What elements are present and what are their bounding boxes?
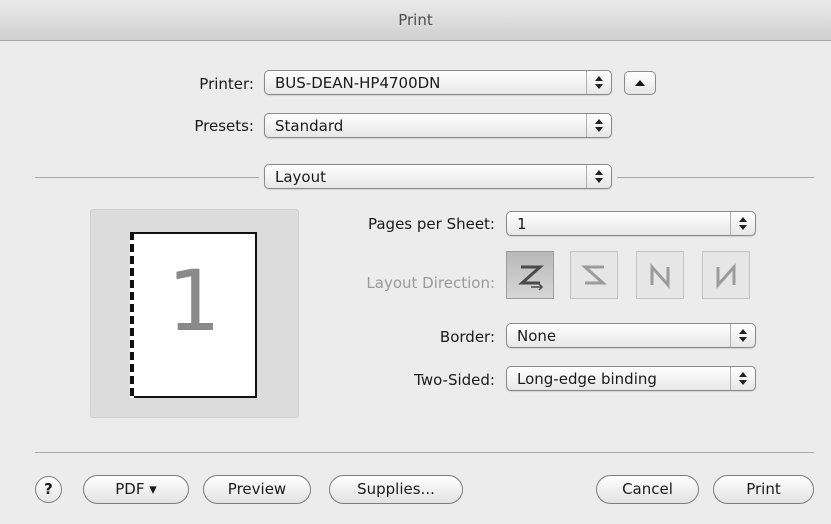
pdf-menu-button[interactable]: PDF ▾	[83, 475, 189, 504]
printer-details-toggle-button[interactable]	[624, 71, 656, 95]
popup-arrows-icon	[730, 367, 755, 390]
n-order-icon	[650, 263, 670, 289]
section-divider-left	[35, 177, 259, 178]
popup-arrows-icon	[586, 165, 611, 188]
two-sided-value: Long-edge binding	[517, 370, 657, 388]
reverse-z-order-icon	[581, 265, 607, 285]
popup-arrows-icon	[730, 324, 755, 347]
border-popup[interactable]: None	[506, 323, 756, 348]
supplies-button[interactable]: Supplies...	[329, 475, 463, 504]
section-popup[interactable]: Layout	[264, 164, 612, 189]
presets-label: Presets:	[194, 117, 254, 135]
help-button[interactable]: ?	[35, 476, 62, 503]
two-sided-popup[interactable]: Long-edge binding	[506, 366, 756, 391]
triangle-up-icon	[635, 80, 645, 86]
pages-per-sheet-value: 1	[517, 215, 527, 233]
reverse-z-order-direction-button[interactable]	[570, 251, 618, 299]
pages-per-sheet-label: Pages per Sheet:	[367, 215, 495, 233]
presets-popup[interactable]: Standard	[264, 113, 612, 138]
reverse-n-order-direction-button[interactable]	[702, 251, 750, 299]
border-label: Border:	[439, 328, 495, 346]
print-button[interactable]: Print	[713, 475, 814, 504]
popup-arrows-icon	[586, 71, 611, 94]
preview-page-number: 1	[167, 252, 221, 350]
z-order-icon	[518, 265, 544, 291]
two-sided-label: Two-Sided:	[414, 371, 495, 389]
footer-divider	[35, 452, 814, 453]
printer-value: BUS-DEAN-HP4700DN	[275, 74, 441, 92]
printer-label: Printer:	[199, 75, 254, 93]
preview-page: 1	[130, 232, 257, 398]
presets-value: Standard	[275, 117, 344, 135]
popup-arrows-icon	[730, 212, 755, 235]
reverse-n-order-icon	[716, 263, 736, 289]
pages-per-sheet-popup[interactable]: 1	[506, 211, 756, 236]
layout-direction-label: Layout Direction:	[366, 274, 495, 292]
popup-arrows-icon	[586, 114, 611, 137]
preview-button[interactable]: Preview	[203, 475, 311, 504]
window-title: Print	[0, 0, 831, 41]
n-order-direction-button[interactable]	[636, 251, 684, 299]
printer-popup[interactable]: BUS-DEAN-HP4700DN	[264, 70, 612, 95]
cancel-button[interactable]: Cancel	[596, 475, 699, 504]
page-preview: 1	[90, 209, 299, 418]
z-order-direction-button[interactable]	[506, 251, 554, 299]
border-value: None	[517, 327, 557, 345]
section-value: Layout	[275, 168, 326, 186]
section-divider-right	[617, 177, 814, 178]
